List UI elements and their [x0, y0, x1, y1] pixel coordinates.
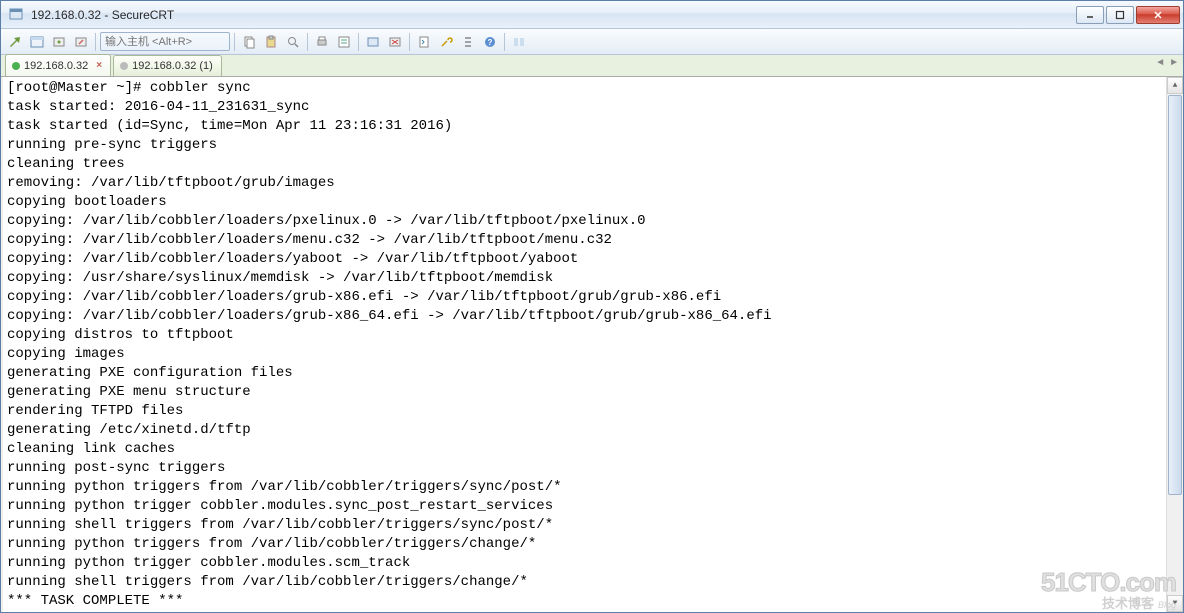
terminal-line: copying: /var/lib/cobbler/loaders/menu.c…: [7, 231, 1162, 250]
reconnect-icon[interactable]: [71, 32, 91, 52]
terminal-line: removing: /var/lib/tftpboot/grub/images: [7, 174, 1162, 193]
terminal-line: copying: /var/lib/cobbler/loaders/yaboot…: [7, 250, 1162, 269]
terminal-line: generating /etc/xinetd.d/tftp: [7, 421, 1162, 440]
terminal-line: cleaning link caches: [7, 440, 1162, 459]
maximize-button[interactable]: [1106, 6, 1134, 24]
tabbar: 192.168.0.32 × 192.168.0.32 (1) ◄ ►: [1, 55, 1183, 77]
vertical-scrollbar[interactable]: ▲ ▼: [1166, 77, 1183, 612]
tab-close-icon[interactable]: ×: [96, 60, 102, 71]
app-window: 192.168.0.32 - SecureCRT ?: [0, 0, 1184, 613]
terminal-line: running python triggers from /var/lib/co…: [7, 478, 1162, 497]
session-tab[interactable]: 192.168.0.32 (1): [113, 55, 222, 76]
terminal-line: running shell triggers from /var/lib/cob…: [7, 516, 1162, 535]
toolbar-separator: [95, 33, 96, 51]
terminal-line: running python trigger cobbler.modules.s…: [7, 497, 1162, 516]
properties-icon[interactable]: [334, 32, 354, 52]
svg-text:?: ?: [488, 38, 493, 47]
terminal-line: [root@Master ~]# cobbler sync: [7, 79, 1162, 98]
scroll-thumb[interactable]: [1168, 95, 1182, 495]
status-dot-icon: [120, 62, 128, 70]
terminal-line: cleaning trees: [7, 155, 1162, 174]
terminal-line: running python trigger cobbler.modules.s…: [7, 554, 1162, 573]
script-icon[interactable]: [414, 32, 434, 52]
terminal-line: copying distros to tftpboot: [7, 326, 1162, 345]
terminal-line: task started (id=Sync, time=Mon Apr 11 2…: [7, 117, 1162, 136]
toolbar-separator: [504, 33, 505, 51]
terminal-line: copying images: [7, 345, 1162, 364]
terminal-line: *** TASK COMPLETE ***: [7, 592, 1162, 611]
tab-label: 192.168.0.32 (1): [132, 60, 213, 72]
session-tab-active[interactable]: 192.168.0.32 ×: [5, 54, 111, 76]
toolbar-separator: [358, 33, 359, 51]
terminal-line: copying bootloaders: [7, 193, 1162, 212]
toolbar-separator: [409, 33, 410, 51]
toolbar-separator: [307, 33, 308, 51]
window-title: 192.168.0.32 - SecureCRT: [29, 8, 1076, 22]
scroll-down-icon[interactable]: ▼: [1167, 595, 1183, 612]
tab-next-icon[interactable]: ►: [1169, 57, 1179, 68]
minimize-button[interactable]: [1076, 6, 1104, 24]
terminal-line: generating PXE configuration files: [7, 364, 1162, 383]
terminal-area: [root@Master ~]# cobbler synctask starte…: [1, 77, 1183, 612]
connect-icon[interactable]: [49, 32, 69, 52]
terminal-line: task started: 2016-04-11_231631_sync: [7, 98, 1162, 117]
terminal-line: running python triggers from /var/lib/co…: [7, 535, 1162, 554]
terminal-line: running shell triggers from /var/lib/cob…: [7, 573, 1162, 592]
terminal-line: rendering TFTPD files: [7, 402, 1162, 421]
terminal-line: copying: /var/lib/cobbler/loaders/pxelin…: [7, 212, 1162, 231]
terminal-output[interactable]: [root@Master ~]# cobbler synctask starte…: [3, 77, 1166, 612]
host-input[interactable]: [100, 32, 230, 51]
terminal-line: running pre-sync triggers: [7, 136, 1162, 155]
close-button[interactable]: [1136, 6, 1180, 24]
disconnect-icon[interactable]: [385, 32, 405, 52]
terminal-line: copying: /var/lib/cobbler/loaders/grub-x…: [7, 288, 1162, 307]
session-manager-icon[interactable]: [27, 32, 47, 52]
status-dot-icon: [12, 62, 20, 70]
terminal-line: generating PXE menu structure: [7, 383, 1162, 402]
window-controls: [1076, 6, 1180, 24]
app-icon: [8, 7, 24, 23]
terminal-line: running post-sync triggers: [7, 459, 1162, 478]
tools-icon[interactable]: [436, 32, 456, 52]
toolbar-separator: [234, 33, 235, 51]
terminal-line: copying: /usr/share/syslinux/memdisk -> …: [7, 269, 1162, 288]
print-icon[interactable]: [312, 32, 332, 52]
find-icon[interactable]: [283, 32, 303, 52]
scroll-up-icon[interactable]: ▲: [1167, 77, 1183, 94]
terminal-line: copying: /var/lib/cobbler/loaders/grub-x…: [7, 307, 1162, 326]
tab-label: 192.168.0.32: [24, 60, 88, 72]
toggle-view-icon[interactable]: [509, 32, 529, 52]
help-icon[interactable]: ?: [480, 32, 500, 52]
new-session-icon[interactable]: [363, 32, 383, 52]
options-icon[interactable]: [458, 32, 478, 52]
toolbar: ?: [1, 29, 1183, 55]
copy-icon[interactable]: [239, 32, 259, 52]
titlebar: 192.168.0.32 - SecureCRT: [1, 1, 1183, 29]
tab-prev-icon[interactable]: ◄: [1155, 57, 1165, 68]
paste-icon[interactable]: [261, 32, 281, 52]
tab-nav: ◄ ►: [1155, 57, 1179, 68]
quick-connect-icon[interactable]: [5, 32, 25, 52]
